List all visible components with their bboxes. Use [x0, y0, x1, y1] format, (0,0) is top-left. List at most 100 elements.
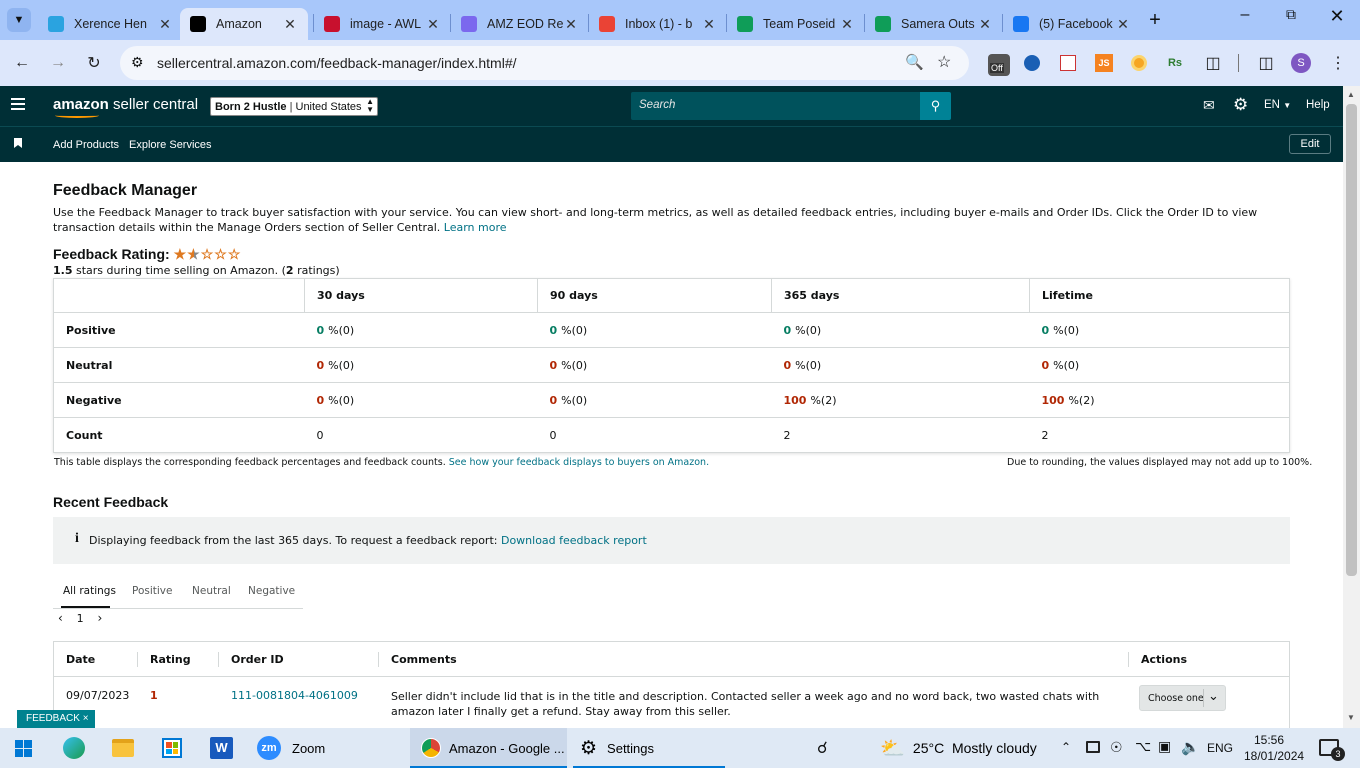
choose-action-dropdown[interactable]: Choose one ⌄ — [1139, 685, 1226, 711]
zoom-icon[interactable]: 🔍 — [905, 53, 924, 71]
people-icon[interactable]: ☌ — [817, 738, 828, 758]
windows-start-icon[interactable] — [15, 740, 32, 757]
address-bar[interactable]: ⚙ sellercentral.amazon.com/feedback-mana… — [120, 46, 969, 80]
extension-rs-icon[interactable]: Rs — [1166, 54, 1184, 72]
settings-gear-icon[interactable]: ⚙ — [1233, 95, 1248, 115]
network-icon[interactable]: ▣ — [1158, 738, 1171, 755]
see-feedback-display-link[interactable]: See how your feedback displays to buyers… — [449, 457, 709, 468]
bookmark-icon[interactable] — [14, 138, 22, 148]
new-tab-button[interactable]: + — [1145, 8, 1165, 32]
tab-separator — [450, 14, 451, 32]
chrome-menu-icon[interactable]: ⋮ — [1328, 52, 1348, 74]
volume-icon[interactable]: 🔈 — [1181, 738, 1200, 756]
extension-blue-icon[interactable] — [1024, 55, 1040, 71]
close-tab-icon[interactable]: ✕ — [977, 16, 993, 33]
wifi-icon[interactable]: ⌥ — [1135, 738, 1151, 755]
profile-avatar[interactable]: S — [1291, 53, 1311, 73]
close-window-button[interactable]: ✕ — [1324, 6, 1350, 32]
hamburger-menu-icon[interactable] — [11, 98, 25, 110]
extension-js-icon[interactable]: JS — [1095, 54, 1113, 72]
tab-positive[interactable]: Positive — [132, 585, 172, 597]
nav-add-products[interactable]: Add Products — [53, 139, 119, 151]
close-tab-icon[interactable]: ✕ — [282, 16, 298, 33]
tab-negative[interactable]: Negative — [248, 585, 295, 597]
taskbar-settings[interactable]: ⚙ Settings — [573, 728, 725, 768]
tab-neutral[interactable]: Neutral — [192, 585, 231, 597]
tab-search-button[interactable]: ▼ — [7, 8, 31, 32]
download-feedback-report-link[interactable]: Download feedback report — [501, 534, 647, 547]
row-order-id-link[interactable]: 111-0081804-4061009 — [231, 689, 358, 702]
close-tab-icon[interactable]: ✕ — [1115, 16, 1131, 33]
feedback-badge[interactable]: FEEDBACK × — [17, 710, 95, 728]
search-button[interactable]: ⚲ — [920, 92, 951, 120]
browser-tab[interactable]: Xerence Hen ✕ — [38, 8, 183, 40]
browser-tab[interactable]: AMZ EOD Re ✕ — [451, 8, 589, 40]
col-actions: Actions — [1141, 653, 1187, 666]
browser-tab[interactable]: Inbox (1) - b ✕ — [589, 8, 727, 40]
search-input[interactable]: Search — [631, 92, 920, 120]
language-selector[interactable]: EN ▼ — [1264, 99, 1291, 111]
metric-value: 0 — [316, 393, 325, 407]
prev-page-icon[interactable]: ‹ — [58, 611, 63, 625]
browser-tab[interactable]: Amazon ✕ — [180, 8, 308, 40]
metrics-row-positive: Positive 0 %(0) 0 %(0) 0 %(0) 0 %(0) — [53, 312, 1290, 348]
scroll-up-arrow[interactable]: ▲ — [1347, 90, 1355, 99]
clock[interactable]: 15:56 18/01/2024 — [1244, 732, 1304, 764]
nav-explore-services[interactable]: Explore Services — [129, 139, 212, 151]
edge-icon[interactable] — [63, 737, 85, 759]
file-explorer-icon[interactable] — [112, 739, 134, 757]
rating-summary: 1.5 stars during time selling on Amazon.… — [53, 264, 340, 277]
edit-nav-button[interactable]: Edit — [1289, 134, 1331, 154]
close-tab-icon[interactable]: ✕ — [701, 16, 717, 33]
browser-tab[interactable]: Team Poseid ✕ — [727, 8, 865, 40]
close-tab-icon[interactable]: ✕ — [425, 16, 441, 33]
seller-central-logo[interactable]: amazon seller central — [53, 96, 198, 118]
side-panel-icon[interactable]: ◫ — [1255, 52, 1277, 74]
close-tab-icon[interactable]: ✕ — [839, 16, 855, 33]
browser-tab[interactable]: Samera Outs ✕ — [865, 8, 1003, 40]
site-info-icon[interactable]: ⚙ — [131, 54, 144, 71]
metrics-cell: 2 — [1030, 418, 1290, 453]
browser-tab[interactable]: image - AWL ✕ — [314, 8, 451, 40]
metrics-cell: 100 %(2) — [1029, 382, 1290, 418]
extension-sale-icon[interactable] — [1060, 55, 1076, 71]
restore-button[interactable]: ⧉ — [1278, 6, 1304, 32]
page-number[interactable]: 1 — [77, 612, 84, 625]
store-selector[interactable]: Born 2 Hustle | United States ▲ ▼ — [210, 97, 378, 116]
extensions-puzzle-icon[interactable]: ◫ — [1202, 52, 1224, 74]
help-link[interactable]: Help — [1306, 99, 1330, 111]
star-full-icon: ★ — [173, 246, 188, 262]
microsoft-store-icon[interactable] — [162, 738, 182, 758]
close-icon[interactable]: × — [83, 713, 89, 724]
scrollbar-thumb[interactable] — [1346, 104, 1357, 576]
battery-icon[interactable] — [1086, 741, 1100, 753]
metric-count: %(0) — [561, 323, 588, 337]
metrics-row-negative: Negative 0 %(0) 0 %(0) 100 %(2) 100 %(2) — [53, 382, 1290, 418]
scroll-down-arrow[interactable]: ▼ — [1347, 713, 1355, 722]
notification-center-icon[interactable]: 3 — [1319, 739, 1345, 761]
word-icon[interactable]: W — [210, 737, 233, 759]
close-tab-icon[interactable]: ✕ — [563, 16, 579, 33]
tab-all-ratings[interactable]: All ratings — [63, 585, 116, 597]
meet-now-icon[interactable]: ☉ — [1110, 739, 1123, 756]
bookmark-star-icon[interactable]: ☆ — [937, 52, 951, 72]
browser-tab[interactable]: (5) Facebook ✕ — [1003, 8, 1141, 40]
input-language[interactable]: ENG — [1207, 741, 1233, 755]
minimize-button[interactable]: – — [1232, 6, 1258, 32]
forward-button[interactable]: → — [46, 51, 70, 75]
next-page-icon[interactable]: › — [97, 611, 102, 625]
weather-widget[interactable]: ⛅ 25°C Mostly cloudy — [880, 728, 1037, 768]
taskbar-chrome-amazon[interactable]: Amazon - Google ... — [410, 728, 567, 768]
reload-button[interactable]: ↻ — [82, 51, 106, 75]
row-rating: 1 — [150, 689, 158, 702]
page-scrollbar[interactable]: ▲ ▼ — [1343, 86, 1360, 728]
show-hidden-icons[interactable]: ⌃ — [1061, 740, 1071, 754]
extension-off-icon[interactable]: Off — [988, 54, 1010, 76]
back-button[interactable]: ← — [10, 51, 34, 75]
close-tab-icon[interactable]: ✕ — [157, 16, 173, 33]
taskbar-zoom[interactable]: zm Zoom — [250, 728, 400, 768]
mail-icon[interactable]: ✉ — [1203, 97, 1215, 114]
metric-count: %(0) — [1053, 323, 1080, 337]
learn-more-link[interactable]: Learn more — [444, 221, 507, 234]
extension-circle-icon[interactable] — [1131, 55, 1147, 71]
